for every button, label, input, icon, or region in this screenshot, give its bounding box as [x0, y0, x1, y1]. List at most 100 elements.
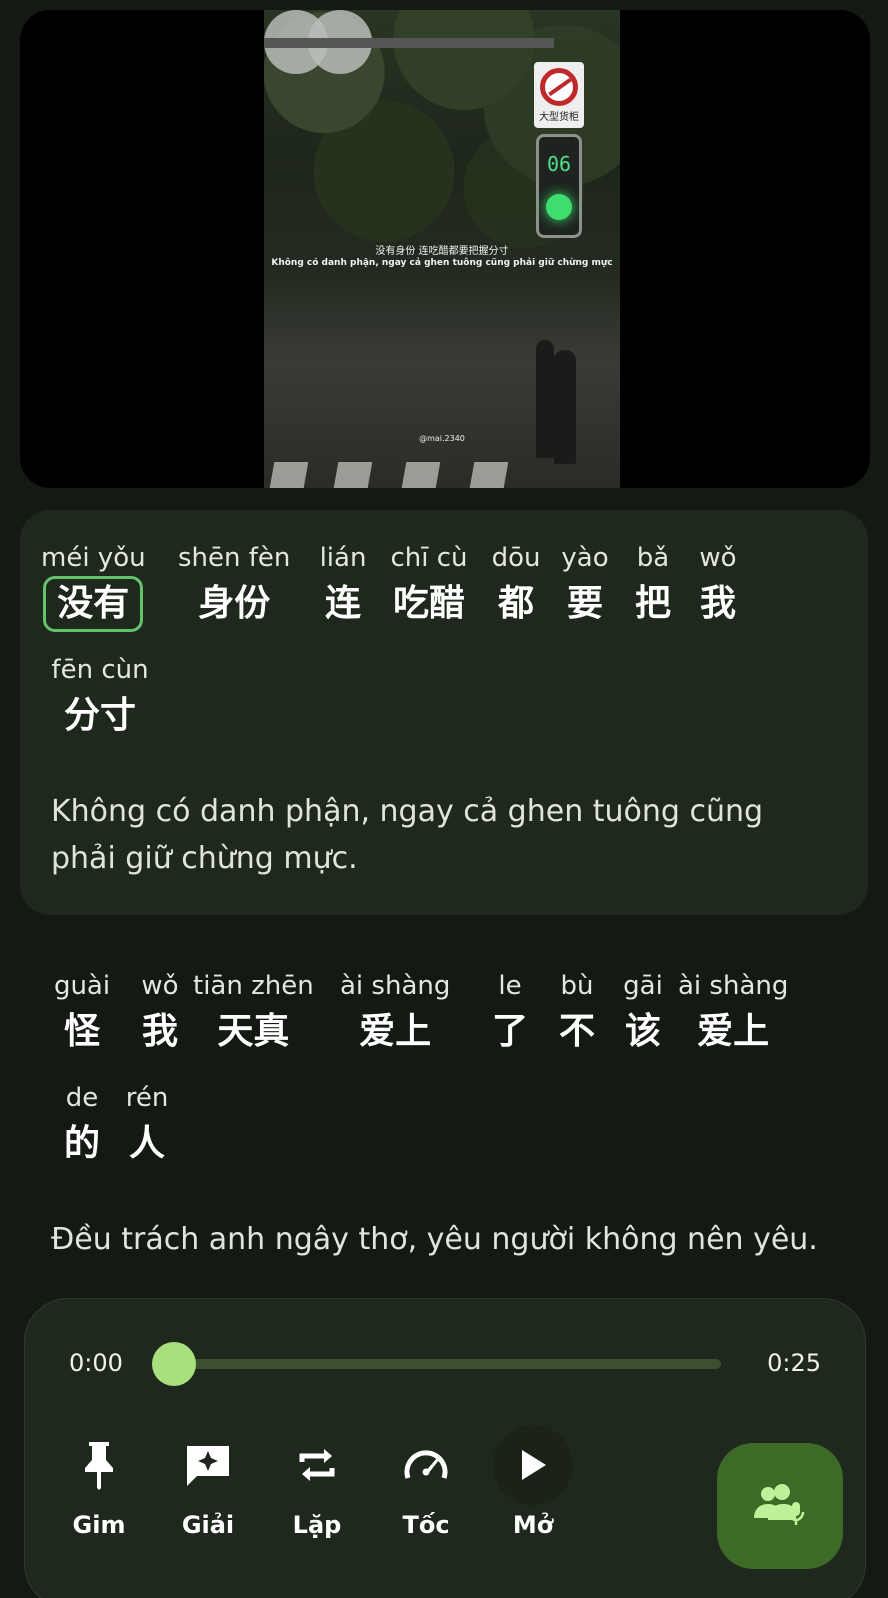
hanzi[interactable]: 了 [478, 1004, 542, 1060]
word-token[interactable]: rén 人 [115, 1080, 179, 1172]
pinyin: rén [125, 1083, 169, 1113]
word-token[interactable]: shēn fèn 身份 [178, 540, 290, 632]
crosswalk-stripe [269, 462, 309, 488]
app-screen: 大型货柜 06 没有身份 连吃醋都要把握分寸 Không có danh phậ… [0, 0, 888, 1598]
pinyin: ài shàng [340, 971, 451, 1001]
hanzi[interactable]: 吃醋 [379, 576, 479, 632]
current-time: 0:00 [69, 1349, 123, 1377]
word-row: fēn cùn 分寸 [0, 652, 888, 748]
hanzi[interactable]: 不 [545, 1004, 609, 1060]
traffic-light: 06 [536, 134, 582, 238]
repeat-icon [291, 1439, 343, 1491]
pinyin: tiān zhēn [193, 971, 314, 1001]
pinyin: yào [561, 543, 609, 573]
crosswalk-stripe [333, 462, 373, 488]
word-token[interactable]: bǎ 把 [621, 540, 685, 632]
video-player[interactable]: 大型货柜 06 没有身份 连吃醋都要把握分寸 Không có danh phậ… [20, 10, 870, 488]
subtitle-translation: Không có danh phận, ngay cả ghen tuông c… [51, 794, 764, 876]
hanzi[interactable]: 都 [484, 576, 548, 632]
duration-time: 0:25 [767, 1349, 821, 1377]
word-token[interactable]: bù 不 [545, 968, 609, 1060]
word-token[interactable]: chī cù 吃醋 [379, 540, 479, 632]
word-token[interactable]: de 的 [50, 1080, 114, 1172]
pin-icon [73, 1439, 125, 1491]
pin-label: Gim [72, 1511, 126, 1539]
traffic-light-countdown: 06 [546, 152, 572, 176]
speed-button[interactable]: Tốc [376, 1439, 476, 1539]
crosswalk-stripe [401, 462, 441, 488]
sign-text: 大型货柜 [539, 112, 579, 123]
play-label: Mở [512, 1511, 554, 1539]
hanzi[interactable]: 怪 [50, 1004, 114, 1060]
hanzi[interactable]: 要 [553, 576, 617, 632]
hanzi[interactable]: 我 [686, 576, 750, 632]
word-token[interactable]: yào 要 [553, 540, 617, 632]
hanzi[interactable]: 人 [115, 1116, 179, 1172]
word-token[interactable]: tiān zhēn 天真 [193, 968, 314, 1060]
green-lamp [546, 194, 572, 220]
hanzi-selected[interactable]: 没有 [43, 576, 144, 632]
video-frame[interactable]: 大型货柜 06 没有身份 连吃醋都要把握分寸 Không có danh phậ… [264, 10, 620, 488]
hanzi[interactable]: 连 [311, 576, 375, 632]
word-token[interactable]: wǒ 我 [128, 968, 192, 1060]
hanzi[interactable]: 把 [621, 576, 685, 632]
pinyin: bù [560, 971, 594, 1001]
play-icon [493, 1425, 573, 1505]
pinyin: méi yǒu [41, 543, 146, 573]
progress-knob[interactable] [152, 1342, 196, 1386]
hanzi[interactable]: 我 [128, 1004, 192, 1060]
hanzi[interactable]: 该 [611, 1004, 675, 1060]
pinyin: bǎ [636, 543, 670, 573]
repeat-button[interactable]: Lặp [267, 1439, 367, 1539]
pinyin: chī cù [390, 543, 468, 573]
explain-label: Giải [181, 1511, 235, 1539]
word-row: guài 怪 wǒ 我 tiān zhēn 天真 ài shàng 爱上 le … [0, 968, 888, 1064]
word-row: de 的 rén 人 [0, 1080, 888, 1176]
pin-button[interactable]: Gim [49, 1439, 149, 1539]
word-token[interactable]: ài shàng 爱上 [678, 968, 788, 1060]
repeat-label: Lặp [292, 1511, 342, 1539]
player-panel: 0:00 0:25 Gim Giải Lặp Tốc Mở [24, 1298, 866, 1598]
pinyin: shēn fèn [178, 543, 291, 573]
video-subtitle-vietnamese: Không có danh phận, ngay cả ghen tuông c… [271, 258, 613, 268]
word-token[interactable]: dōu 都 [484, 540, 548, 632]
pinyin: dōu [491, 543, 541, 573]
signal-pole [264, 38, 554, 48]
no-truck-sign: 大型货柜 [534, 62, 584, 128]
pinyin: de [65, 1083, 99, 1113]
pinyin: le [498, 971, 522, 1001]
video-subtitle-chinese: 没有身份 连吃醋都要把握分寸 [375, 246, 509, 257]
explain-icon [182, 1439, 234, 1491]
subtitle-translation: Đều trách anh ngây thơ, yêu người không … [51, 1222, 818, 1257]
pinyin: ài shàng [678, 971, 789, 1001]
hanzi[interactable]: 爱上 [345, 1004, 445, 1060]
pinyin: fēn cùn [51, 655, 149, 685]
speaker-group-icon [752, 1482, 808, 1530]
word-token[interactable]: wǒ 我 [686, 540, 750, 632]
pedestrian [554, 350, 576, 464]
word-token[interactable]: fēn cùn 分寸 [50, 652, 150, 744]
pinyin: lián [319, 543, 367, 573]
word-token[interactable]: méi yǒu 没有 [41, 540, 146, 632]
word-token[interactable]: ài shàng 爱上 [340, 968, 450, 1060]
word-token[interactable]: lián 连 [311, 540, 375, 632]
word-token[interactable]: le 了 [478, 968, 542, 1060]
hanzi[interactable]: 天真 [203, 1004, 303, 1060]
explain-button[interactable]: Giải [158, 1439, 258, 1539]
pinyin: gāi [623, 971, 663, 1001]
hanzi[interactable]: 爱上 [683, 1004, 783, 1060]
progress-track[interactable] [175, 1359, 721, 1369]
voice-mode-button[interactable] [717, 1443, 843, 1569]
play-button[interactable]: Mở [483, 1425, 583, 1539]
pinyin: guài [53, 971, 111, 1001]
video-watermark-handle: @mai.2340 [419, 434, 465, 443]
pinyin: wǒ [141, 971, 179, 1001]
word-token[interactable]: guài 怪 [50, 968, 114, 1060]
word-token[interactable]: gāi 该 [611, 968, 675, 1060]
speed-label: Tốc [402, 1511, 450, 1539]
hanzi[interactable]: 分寸 [50, 688, 150, 744]
crosswalk-stripe [469, 462, 509, 488]
pinyin: wǒ [699, 543, 737, 573]
hanzi[interactable]: 的 [50, 1116, 114, 1172]
hanzi[interactable]: 身份 [184, 576, 284, 632]
